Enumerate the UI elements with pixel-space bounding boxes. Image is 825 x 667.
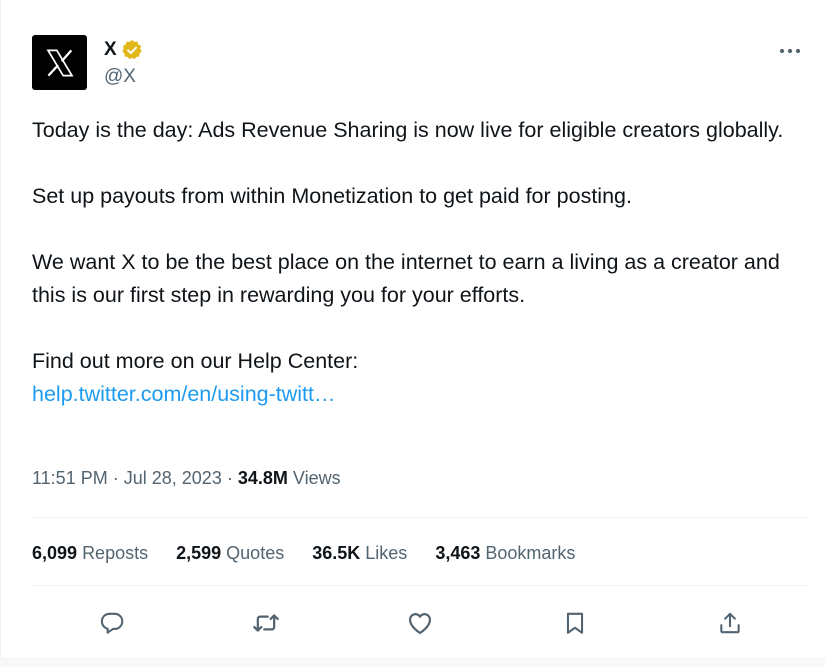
more-options-button[interactable] — [775, 39, 805, 63]
views-label: Views — [292, 468, 341, 488]
x-logo-icon — [45, 48, 74, 77]
post-paragraph: Find out more on our Help Center: — [32, 349, 359, 373]
reply-icon — [100, 612, 124, 634]
bookmarks-label: Bookmarks — [485, 543, 576, 563]
divider — [32, 517, 809, 518]
bookmarks-count: 3,463 — [435, 543, 481, 563]
more-horizontal-icon — [779, 48, 801, 54]
like-button[interactable] — [400, 603, 440, 643]
likes-stat[interactable]: 36.5K Likes — [312, 543, 407, 564]
bookmarks-stat[interactable]: 3,463 Bookmarks — [435, 543, 575, 564]
reply-button[interactable] — [92, 603, 132, 643]
post-header: X @X — [32, 35, 809, 91]
engagement-stats: 6,099 Reposts 2,599 Quotes 36.5K Likes 3… — [32, 543, 603, 564]
name-row: X — [104, 39, 143, 61]
bookmark-button[interactable] — [555, 603, 595, 643]
post-meta: 11:51 PM · Jul 28, 2023 · 34.8M Views — [32, 468, 341, 489]
reposts-label: Reposts — [82, 543, 149, 563]
likes-label: Likes — [365, 543, 408, 563]
likes-count: 36.5K — [312, 543, 361, 563]
quotes-stat[interactable]: 2,599 Quotes — [176, 543, 284, 564]
reposts-stat[interactable]: 6,099 Reposts — [32, 543, 148, 564]
post-text: Today is the day: Ads Revenue Sharing is… — [32, 114, 802, 411]
share-icon — [720, 612, 740, 634]
quotes-label: Quotes — [226, 543, 285, 563]
bottom-divider — [0, 658, 825, 667]
post-time[interactable]: 11:51 PM — [32, 468, 108, 488]
heart-icon — [408, 613, 432, 635]
reposts-count: 6,099 — [32, 543, 78, 563]
display-name[interactable]: X — [104, 39, 117, 61]
share-button[interactable] — [710, 603, 750, 643]
post-paragraph: We want X to be the best place on the in… — [32, 250, 780, 307]
post-paragraph: Set up payouts from within Monetization … — [32, 184, 632, 208]
avatar[interactable] — [32, 35, 87, 90]
page-border — [0, 0, 1, 667]
repost-button[interactable] — [246, 603, 286, 643]
handle[interactable]: @X — [104, 66, 136, 88]
meta-separator: · — [112, 468, 119, 488]
action-bar — [32, 603, 809, 643]
post-paragraph: Today is the day: Ads Revenue Sharing is… — [32, 118, 784, 142]
quotes-count: 2,599 — [176, 543, 222, 563]
views-count: 34.8M — [237, 468, 288, 488]
repost-icon — [253, 614, 279, 632]
post-date[interactable]: Jul 28, 2023 — [124, 468, 222, 488]
verified-badge-icon — [121, 40, 142, 60]
help-center-link[interactable]: help.twitter.com/en/using-twitt… — [32, 382, 336, 406]
divider — [32, 585, 809, 586]
meta-separator: · — [226, 468, 233, 488]
bookmark-icon — [566, 612, 584, 634]
